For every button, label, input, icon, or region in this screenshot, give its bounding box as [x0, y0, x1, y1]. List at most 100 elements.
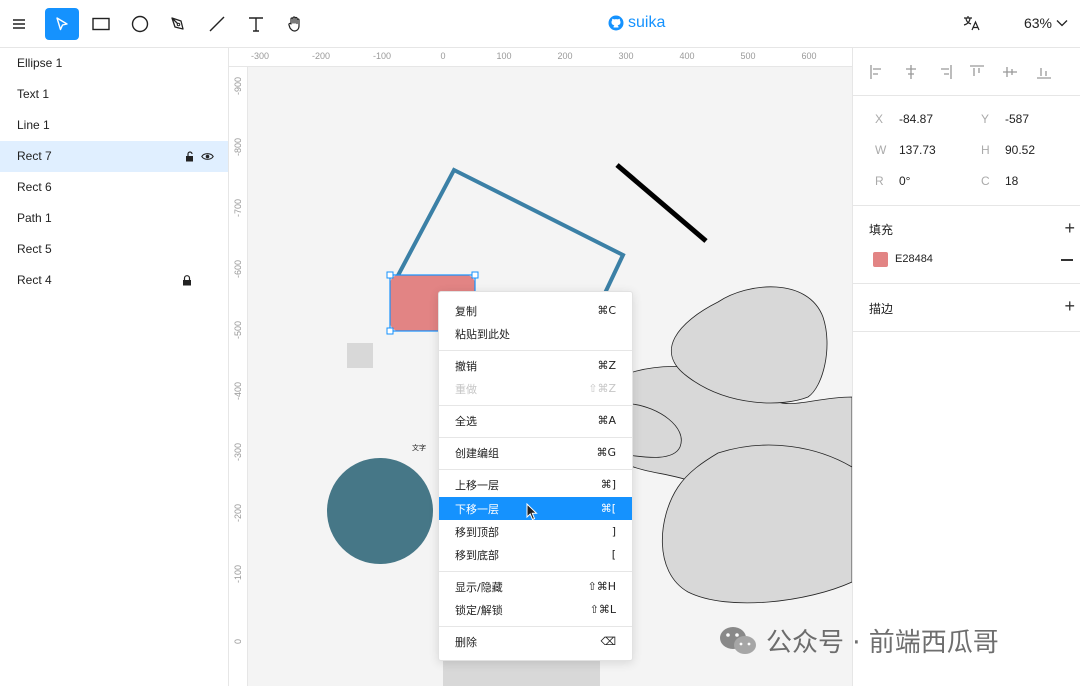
pen-tool-button[interactable]: [161, 8, 195, 40]
align-v-center-icon[interactable]: [1002, 64, 1018, 80]
zoom-control[interactable]: 63%: [1024, 15, 1068, 31]
select-tool-button[interactable]: [45, 8, 79, 40]
c-label: C: [981, 174, 990, 188]
menu-item-select-all[interactable]: 全选 ⌘A: [439, 409, 632, 432]
fill-color-swatch[interactable]: [873, 252, 888, 267]
unlock-icon[interactable]: [185, 151, 195, 162]
ruler-tick-label: 400: [679, 51, 695, 61]
align-left-icon[interactable]: [869, 64, 885, 80]
ellipse-tool-button[interactable]: [123, 8, 157, 40]
translate-icon: [963, 16, 980, 31]
menu-item-group[interactable]: 创建编组 ⌘G: [439, 441, 632, 464]
selection-handle[interactable]: [386, 271, 394, 279]
menu-divider: [439, 350, 632, 351]
watermark: 公众号 · 前端西瓜哥: [718, 622, 999, 659]
menu-icon[interactable]: [2, 8, 36, 40]
ruler-tick-label: 500: [740, 51, 756, 61]
menu-item-toggle-visible[interactable]: 显示/隐藏 ⇧⌘H: [439, 575, 632, 598]
h-field[interactable]: H 90.52: [981, 143, 1035, 157]
menu-item-bring-forward[interactable]: 上移一层 ⌘]: [439, 473, 632, 496]
menu-item-shortcut: ⌘[: [600, 502, 616, 515]
toolbar: suika 63%: [0, 0, 1080, 48]
layer-item-rect-4[interactable]: Rect 4: [0, 265, 228, 296]
lock-icon[interactable]: [182, 275, 192, 286]
y-field[interactable]: Y -587: [981, 112, 1029, 126]
menu-item-bring-to-front[interactable]: 移到顶部]: [439, 520, 632, 543]
y-value: -587: [1005, 112, 1030, 126]
menu-item-send-to-back[interactable]: 移到底部 [: [439, 543, 632, 566]
add-fill-button[interactable]: +: [1064, 219, 1075, 237]
cursor-icon: [526, 503, 538, 521]
align-right-icon[interactable]: [937, 64, 953, 80]
small-rect-shape[interactable]: [347, 343, 373, 368]
canvas-text[interactable]: 文字: [412, 443, 426, 452]
menu-item-shortcut: ⇧⌘Z: [588, 382, 616, 395]
layer-item-path-1[interactable]: Path 1: [0, 203, 228, 234]
rotation-field[interactable]: R 0°: [875, 174, 910, 188]
brand: suika: [608, 14, 665, 32]
menu-item-paste-here[interactable]: 粘贴到此处: [439, 322, 632, 345]
menu-item-toggle-lock[interactable]: 锁定/解锁 ⇧⌘L: [439, 598, 632, 621]
menu-item-shortcut: [: [611, 548, 616, 561]
x-field[interactable]: X -84.87: [875, 112, 933, 126]
stroke-section: 描边 +: [853, 284, 1080, 332]
layer-label: Rect 4: [17, 273, 52, 287]
fill-hex-value[interactable]: E28484: [895, 253, 933, 265]
ruler-tick-label: -800: [233, 137, 243, 156]
geometry-section: X -84.87 Y -587 W 137.73 H 90.52 R 0° C 18: [853, 96, 1080, 206]
menu-item-shortcut: ⌘G: [596, 446, 616, 459]
layer-item-ellipse-1[interactable]: Ellipse 1: [0, 48, 228, 79]
align-top-icon[interactable]: [969, 64, 985, 80]
add-stroke-button[interactable]: +: [1064, 297, 1075, 315]
ruler-tick-label: 0: [440, 51, 446, 61]
layer-item-rect-6[interactable]: Rect 6: [0, 172, 228, 203]
menu-item-shortcut: ⌘Z: [597, 359, 616, 372]
ruler-tick-label: -200: [311, 51, 331, 61]
align-h-center-icon[interactable]: [903, 64, 919, 80]
layers-panel: Ellipse 1 Text 1 Line 1 Rect 7 Rect 6 Pa…: [0, 48, 229, 686]
hand-tool-button[interactable]: [278, 8, 312, 40]
c-value: 18: [1005, 174, 1019, 188]
hand-tool-icon: [288, 16, 300, 32]
selection-handle[interactable]: [386, 327, 394, 335]
menu-item-label: 粘贴到此处: [455, 327, 510, 341]
remove-fill-button[interactable]: [1061, 259, 1073, 261]
layer-label: Rect 6: [17, 180, 52, 194]
layer-label: Text 1: [17, 87, 50, 101]
menu-item-label: 下移一层: [455, 502, 499, 516]
rect-tool-button[interactable]: [84, 8, 118, 40]
menu-item-shortcut: ⌘C: [597, 304, 616, 317]
w-field[interactable]: W 137.73: [875, 143, 936, 157]
ruler-tick-label: 200: [557, 51, 573, 61]
layer-item-rect-7[interactable]: Rect 7: [0, 141, 228, 172]
ruler-tick-label: -600: [233, 259, 243, 278]
menu-item-shortcut: ⇧⌘H: [587, 580, 617, 593]
menu-divider: [439, 469, 632, 470]
layer-item-text-1[interactable]: Text 1: [0, 79, 228, 110]
line-shape[interactable]: [615, 163, 708, 243]
line-tool-button[interactable]: [200, 8, 234, 40]
fill-section: 填充 + E28484: [853, 206, 1080, 284]
menu-divider: [439, 571, 632, 572]
layer-item-line-1[interactable]: Line 1: [0, 110, 228, 141]
menu-item-copy[interactable]: 复制 ⌘C: [439, 299, 632, 322]
h-label: H: [981, 143, 990, 157]
menu-item-shortcut: ⇧⌘L: [589, 603, 616, 616]
bottom-rect-shape[interactable]: [443, 659, 600, 686]
menu-item-delete[interactable]: 删除 ⌫: [439, 630, 632, 653]
menu-item-undo[interactable]: 撤销 ⌘Z: [439, 354, 632, 377]
eye-icon[interactable]: [201, 152, 214, 161]
menu-divider: [439, 405, 632, 406]
ruler-horizontal: -300 -200 -100 0 100 200 300 400 500 600: [229, 48, 852, 67]
ruler-tick-label: -300: [233, 442, 243, 461]
text-tool-button[interactable]: [239, 8, 273, 40]
layer-item-rect-5[interactable]: Rect 5: [0, 234, 228, 265]
brand-name: suika: [628, 14, 666, 31]
corner-radius-field[interactable]: C 18: [981, 174, 1018, 188]
translate-button[interactable]: [962, 14, 982, 35]
align-bottom-icon[interactable]: [1036, 64, 1052, 80]
ellipse-shape[interactable]: [327, 458, 433, 564]
layer-label: Path 1: [17, 211, 52, 225]
wechat-icon: [720, 626, 756, 654]
selection-handle[interactable]: [471, 271, 479, 279]
